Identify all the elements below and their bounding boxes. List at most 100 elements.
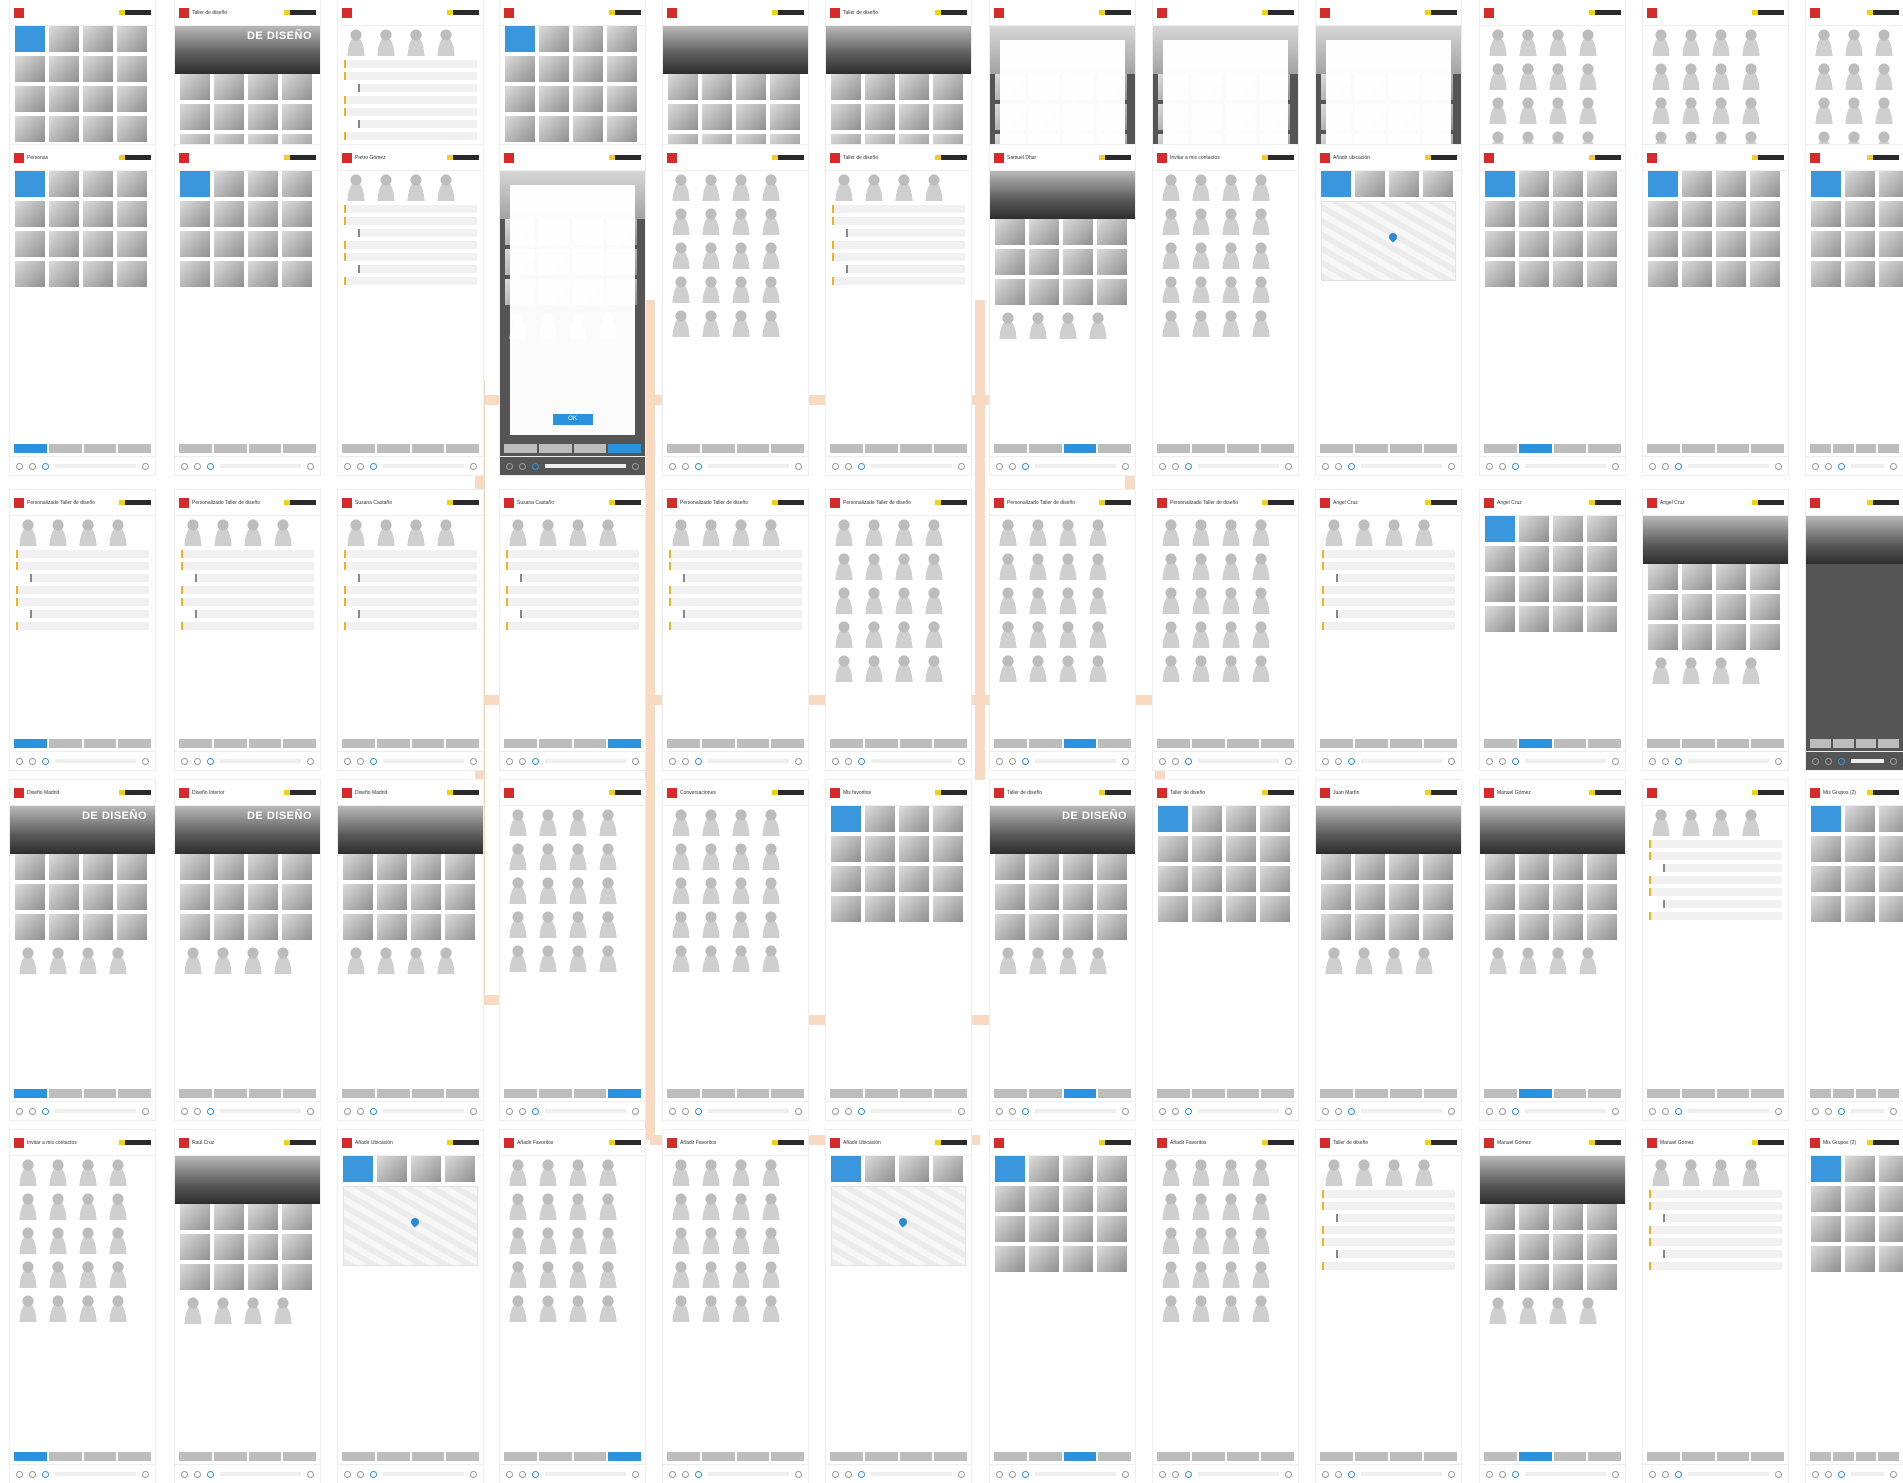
thumbnail[interactable]	[702, 74, 732, 100]
thumbnail[interactable]	[1716, 171, 1746, 197]
nav-icon[interactable]	[1675, 757, 1682, 765]
settings-icon[interactable]	[958, 757, 965, 765]
person-avatar[interactable]	[728, 1190, 754, 1220]
nav-search-field[interactable]	[708, 464, 789, 468]
person-avatar[interactable]	[595, 1258, 621, 1288]
thumbnail[interactable]	[1519, 201, 1549, 227]
tab[interactable]	[411, 739, 445, 748]
person-avatar[interactable]	[1411, 1156, 1437, 1186]
thumbnail[interactable]	[15, 884, 45, 910]
nav-icon[interactable]	[1649, 462, 1656, 470]
tab[interactable]	[1855, 739, 1877, 748]
nav-icon[interactable]	[1335, 1470, 1342, 1478]
tab[interactable]	[538, 739, 572, 748]
nav-icon[interactable]	[370, 1107, 377, 1115]
person-avatar[interactable]	[240, 944, 266, 974]
person-avatar[interactable]	[698, 1258, 724, 1288]
nav-icon[interactable]	[695, 1107, 702, 1115]
person-avatar[interactable]	[403, 516, 429, 546]
settings-icon[interactable]	[958, 462, 965, 470]
thumbnail[interactable]	[411, 1156, 441, 1182]
person-avatar[interactable]	[1648, 806, 1674, 836]
thumbnail[interactable]	[282, 914, 312, 940]
person-avatar[interactable]	[1158, 550, 1184, 580]
person-avatar[interactable]	[1381, 944, 1407, 974]
thumbnail[interactable]	[1682, 594, 1712, 620]
tab[interactable]	[1878, 739, 1899, 748]
tab[interactable]	[83, 1089, 117, 1098]
thumbnail[interactable]	[865, 1156, 895, 1182]
thumbnail[interactable]	[539, 26, 569, 52]
person-avatar[interactable]	[995, 309, 1021, 339]
person-avatar[interactable]	[45, 1258, 71, 1288]
person-avatar[interactable]	[728, 908, 754, 938]
tab[interactable]	[14, 739, 47, 748]
app-logo-icon[interactable]	[667, 497, 677, 508]
person-avatar[interactable]	[1871, 94, 1897, 124]
person-avatar[interactable]	[595, 1190, 621, 1220]
app-logo-icon[interactable]	[1157, 787, 1167, 798]
tab[interactable]	[573, 1089, 607, 1098]
person-avatar[interactable]	[1841, 94, 1867, 124]
tab[interactable]	[1484, 1089, 1517, 1098]
person-avatar[interactable]	[403, 944, 429, 974]
app-logo-icon[interactable]	[179, 497, 189, 508]
thumbnail[interactable]	[1063, 219, 1093, 245]
thumbnail[interactable]	[1648, 171, 1678, 197]
person-avatar[interactable]	[565, 1190, 591, 1220]
person-avatar[interactable]	[758, 1224, 784, 1254]
tab[interactable]	[1810, 739, 1831, 748]
person-avatar[interactable]	[433, 26, 459, 56]
nav-search-field[interactable]	[1688, 1472, 1769, 1476]
nav-icon[interactable]	[29, 1107, 36, 1115]
person-avatar[interactable]	[505, 840, 531, 870]
nav-icon[interactable]	[1649, 1470, 1656, 1478]
person-avatar[interactable]	[433, 516, 459, 546]
app-logo-icon[interactable]	[504, 7, 514, 18]
nav-icon[interactable]	[1512, 757, 1519, 765]
nav-icon[interactable]	[1348, 757, 1355, 765]
nav-icon[interactable]	[1172, 1107, 1179, 1115]
tab[interactable]	[994, 444, 1027, 453]
person-avatar[interactable]	[758, 1258, 784, 1288]
thumbnail[interactable]	[1063, 914, 1093, 940]
nav-icon[interactable]	[832, 757, 839, 765]
thumbnail[interactable]	[668, 104, 698, 130]
tab[interactable]	[248, 1452, 282, 1461]
tab[interactable]	[771, 1089, 804, 1098]
settings-icon[interactable]	[795, 1107, 802, 1115]
tab[interactable]	[864, 1089, 898, 1098]
thumbnail[interactable]	[831, 74, 861, 100]
person-avatar[interactable]	[1321, 516, 1347, 546]
person-avatar[interactable]	[1575, 944, 1601, 974]
nav-search-field[interactable]	[1851, 464, 1884, 468]
nav-icon[interactable]	[1159, 462, 1166, 470]
person-avatar[interactable]	[1025, 516, 1051, 546]
person-avatar[interactable]	[75, 516, 101, 546]
person-avatar[interactable]	[1158, 652, 1184, 682]
person-avatar[interactable]	[758, 806, 784, 836]
person-avatar[interactable]	[1218, 584, 1244, 614]
tab[interactable]	[446, 444, 479, 453]
nav-icon[interactable]	[506, 757, 513, 765]
person-avatar[interactable]	[1218, 1292, 1244, 1322]
nav-search-field[interactable]	[1688, 759, 1769, 763]
settings-icon[interactable]	[1612, 757, 1619, 765]
person-avatar[interactable]	[831, 516, 857, 546]
nav-icon[interactable]	[1512, 1470, 1519, 1478]
person-avatar[interactable]	[758, 840, 784, 870]
thumbnail[interactable]	[49, 56, 79, 82]
thumbnail[interactable]	[1192, 896, 1222, 922]
nav-search-field[interactable]	[1525, 1472, 1606, 1476]
thumbnail[interactable]	[1226, 896, 1256, 922]
nav-icon[interactable]	[519, 1107, 526, 1115]
thumbnail[interactable]	[1260, 896, 1290, 922]
thumbnail[interactable]	[1519, 171, 1549, 197]
nav-search-field[interactable]	[1035, 1472, 1116, 1476]
thumbnail[interactable]	[1321, 914, 1351, 940]
thumbnail[interactable]	[1648, 201, 1678, 227]
thumbnail[interactable]	[995, 1216, 1025, 1242]
nav-icon[interactable]	[1185, 1107, 1192, 1115]
tab[interactable]	[1389, 444, 1423, 453]
app-logo-icon[interactable]	[1810, 497, 1820, 508]
